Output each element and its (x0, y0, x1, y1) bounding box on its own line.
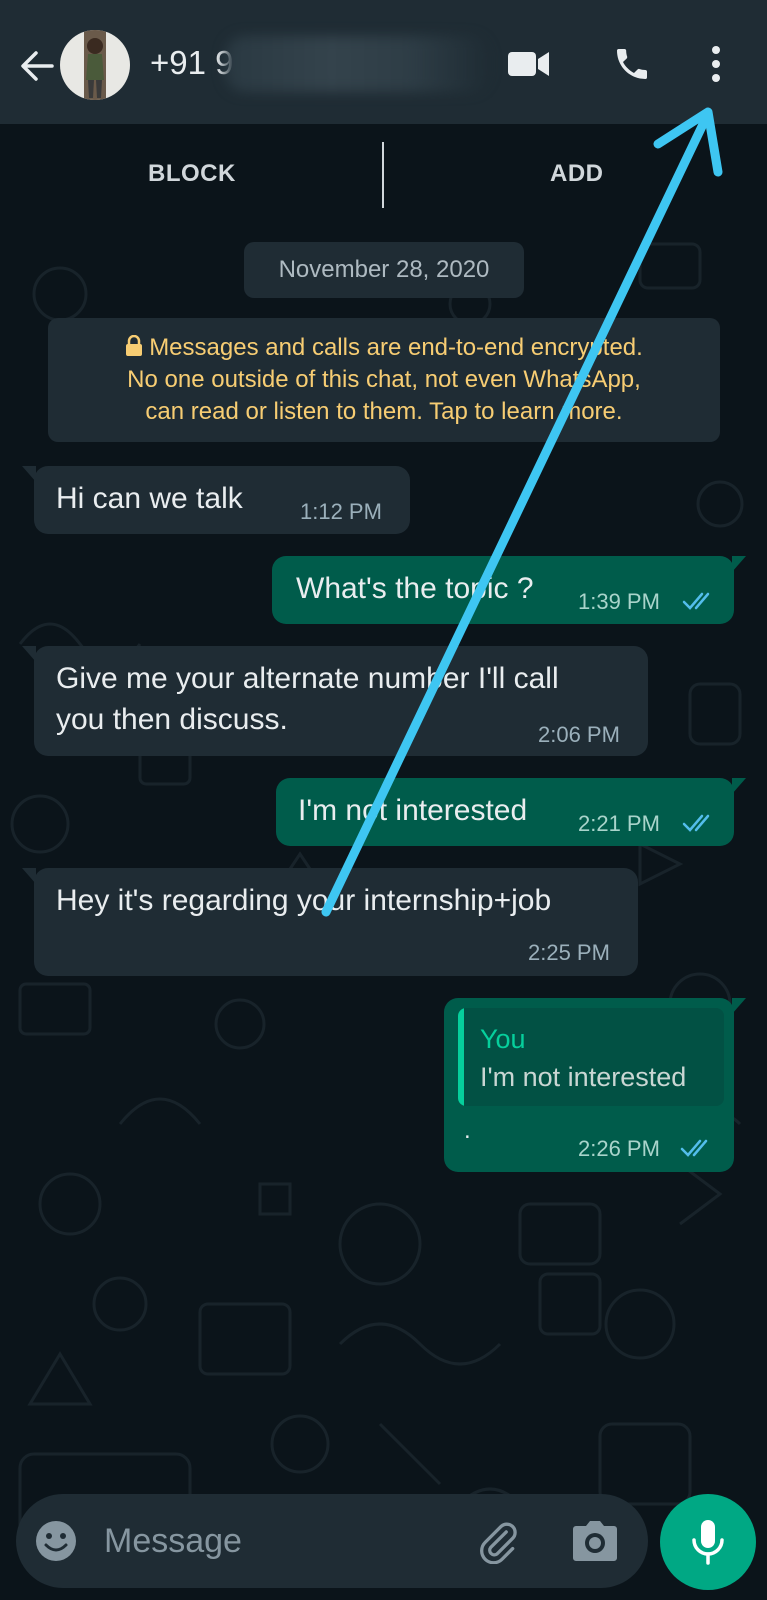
contact-name[interactable]: +91 9 (150, 44, 234, 82)
message-text-line-1: Give me your alternate number I'll call (56, 662, 559, 695)
message-time: 2:06 PM (538, 722, 620, 747)
add-contact-button[interactable]: ADD (550, 160, 604, 188)
bubble-tail (732, 998, 746, 1014)
message-time: 2:25 PM (528, 940, 610, 965)
message-outgoing[interactable]: What's the topic ? 1:39 PM (272, 556, 746, 624)
message-text: What's the topic ? (296, 572, 534, 605)
message-time: 2:21 PM (578, 811, 660, 836)
message-composer[interactable]: Message (16, 1494, 648, 1588)
encryption-line-1: Messages and calls are end-to-end encryp… (149, 334, 643, 361)
bubble-tail (22, 466, 36, 482)
read-ticks-icon (682, 814, 710, 832)
message-outgoing[interactable]: I'm not interested 2:21 PM (276, 778, 746, 846)
bubble-tail (732, 556, 746, 572)
date-chip: November 28, 2020 (244, 242, 524, 298)
avatar[interactable] (60, 30, 130, 100)
block-button[interactable]: BLOCK (148, 160, 236, 188)
camera-icon[interactable] (572, 1520, 618, 1562)
message-text-line-2: you then discuss. (56, 703, 288, 736)
video-camera-icon[interactable] (506, 44, 552, 84)
message-incoming[interactable]: Give me your alternate number I'll call … (22, 646, 648, 756)
emoji-icon[interactable] (34, 1519, 78, 1563)
encryption-line-3: can read or listen to them. Tap to learn… (145, 398, 623, 425)
arrow-left-icon[interactable] (16, 46, 56, 86)
lock-icon (126, 334, 143, 356)
message-text: Hey it's regarding your internship+job (56, 884, 552, 917)
read-ticks-icon (682, 592, 710, 610)
paperclip-icon[interactable] (476, 1520, 520, 1564)
quote-author: You (480, 1024, 526, 1054)
encryption-line-2: No one outside of this chat, not even Wh… (127, 366, 641, 393)
message-text: . (464, 1117, 471, 1144)
vertical-dots-icon[interactable] (708, 44, 724, 84)
voice-message-button[interactable] (660, 1494, 756, 1590)
quote-text: I'm not interested (480, 1062, 687, 1092)
message-input[interactable]: Message (104, 1522, 242, 1561)
message-time: 1:12 PM (300, 499, 382, 524)
action-divider (382, 142, 384, 208)
message-outgoing-reply[interactable]: You I'm not interested . 2:26 PM (444, 998, 746, 1172)
message-text: I'm not interested (298, 794, 528, 827)
quoted-message[interactable]: You I'm not interested (458, 1008, 724, 1106)
quote-bar (458, 1008, 464, 1106)
message-incoming[interactable]: Hey it's regarding your internship+job 2… (22, 868, 638, 976)
bubble-tail (22, 868, 36, 884)
message-time: 1:39 PM (578, 589, 660, 614)
chat-header: +91 9 (0, 0, 767, 124)
phone-icon[interactable] (612, 44, 652, 84)
message-time: 2:26 PM (578, 1136, 660, 1161)
bubble-tail (732, 778, 746, 794)
microphone-icon (692, 1520, 724, 1565)
encryption-notice[interactable]: Messages and calls are end-to-end encryp… (48, 318, 720, 442)
bubble-tail (22, 646, 36, 662)
message-incoming[interactable]: Hi can we talk 1:12 PM (22, 466, 410, 534)
read-ticks-icon (680, 1139, 708, 1157)
redaction-blur (225, 36, 490, 92)
message-text: Hi can we talk (56, 482, 243, 515)
